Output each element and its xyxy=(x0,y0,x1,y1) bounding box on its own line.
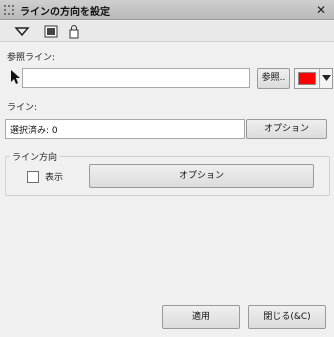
reference-line-input[interactable] xyxy=(22,68,250,88)
drag-handle-icon[interactable] xyxy=(3,4,15,16)
chevron-down-icon xyxy=(322,75,331,81)
color-swatch xyxy=(298,72,316,85)
toolbar xyxy=(0,21,334,42)
title-bar[interactable]: ラインの方向を設定 ✕ xyxy=(0,0,334,20)
line-label: ライン: xyxy=(7,103,38,113)
color-picker[interactable] xyxy=(294,68,333,89)
close-button[interactable]: 閉じる(&C) xyxy=(248,305,326,329)
line-direction-group-label: ライン方向 xyxy=(10,150,60,163)
image-icon[interactable] xyxy=(43,24,59,39)
window-title: ラインの方向を設定 xyxy=(20,7,110,18)
line-selection-field[interactable]: 選択済み: 0 xyxy=(5,119,245,139)
apply-button[interactable]: 適用 xyxy=(162,305,240,329)
color-picker-divider xyxy=(319,69,320,88)
show-checkbox[interactable] xyxy=(27,171,39,183)
line-direction-options-button[interactable]: オプション xyxy=(89,164,314,188)
pointer-icon[interactable] xyxy=(9,69,21,85)
browse-button[interactable]: 参照.. xyxy=(257,68,290,89)
close-icon[interactable]: ✕ xyxy=(316,2,326,18)
show-label: 表示 xyxy=(45,173,64,183)
line-selection-value: 選択済み: 0 xyxy=(10,126,58,136)
dropdown-arrow-icon[interactable] xyxy=(14,24,30,39)
reference-line-label: 参照ライン: xyxy=(7,53,56,63)
lock-icon[interactable] xyxy=(66,24,82,39)
line-options-button[interactable]: オプション xyxy=(246,119,327,139)
